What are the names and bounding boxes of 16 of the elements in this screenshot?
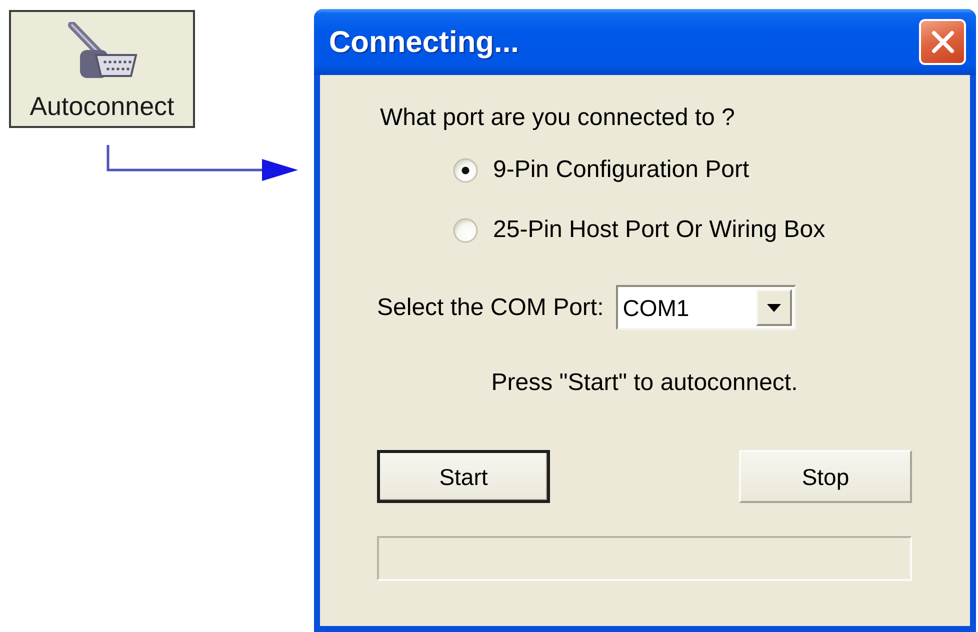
- dropdown-button[interactable]: [756, 289, 792, 326]
- autoconnect-button[interactable]: Autoconnect: [9, 10, 195, 128]
- com-port-dropdown[interactable]: COM1: [616, 285, 796, 330]
- hint-text: Press "Start" to autoconnect.: [490, 369, 799, 397]
- close-button[interactable]: [919, 19, 966, 65]
- window-title: Connecting...: [329, 24, 519, 60]
- radio-button[interactable]: [453, 218, 478, 242]
- stop-button[interactable]: Stop: [739, 450, 912, 503]
- close-icon: [930, 30, 954, 54]
- radio-label: 25-Pin Host Port Or Wiring Box: [493, 216, 826, 244]
- com-port-label: Select the COM Port:: [377, 294, 604, 322]
- question-label: What port are you connected to ?: [380, 104, 736, 132]
- radio-label: 9-Pin Configuration Port: [493, 156, 750, 184]
- radio-button[interactable]: [453, 158, 478, 182]
- start-button[interactable]: Start: [377, 450, 550, 503]
- caret-icon: [766, 304, 781, 312]
